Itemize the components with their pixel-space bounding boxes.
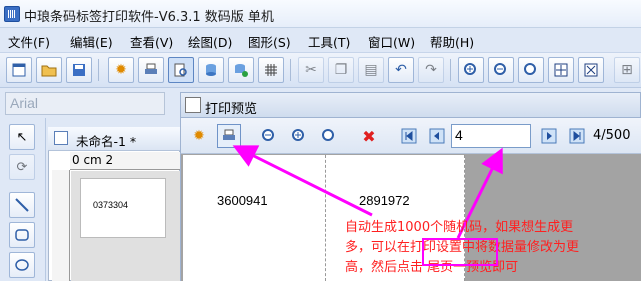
annotation-line-1: 自动生成1000个随机码，如果想生成更	[345, 220, 574, 235]
arrow-to-print-settings	[232, 145, 373, 217]
highlight-box	[422, 238, 498, 266]
annotation-line-2-a: 多，可以在	[345, 240, 411, 255]
